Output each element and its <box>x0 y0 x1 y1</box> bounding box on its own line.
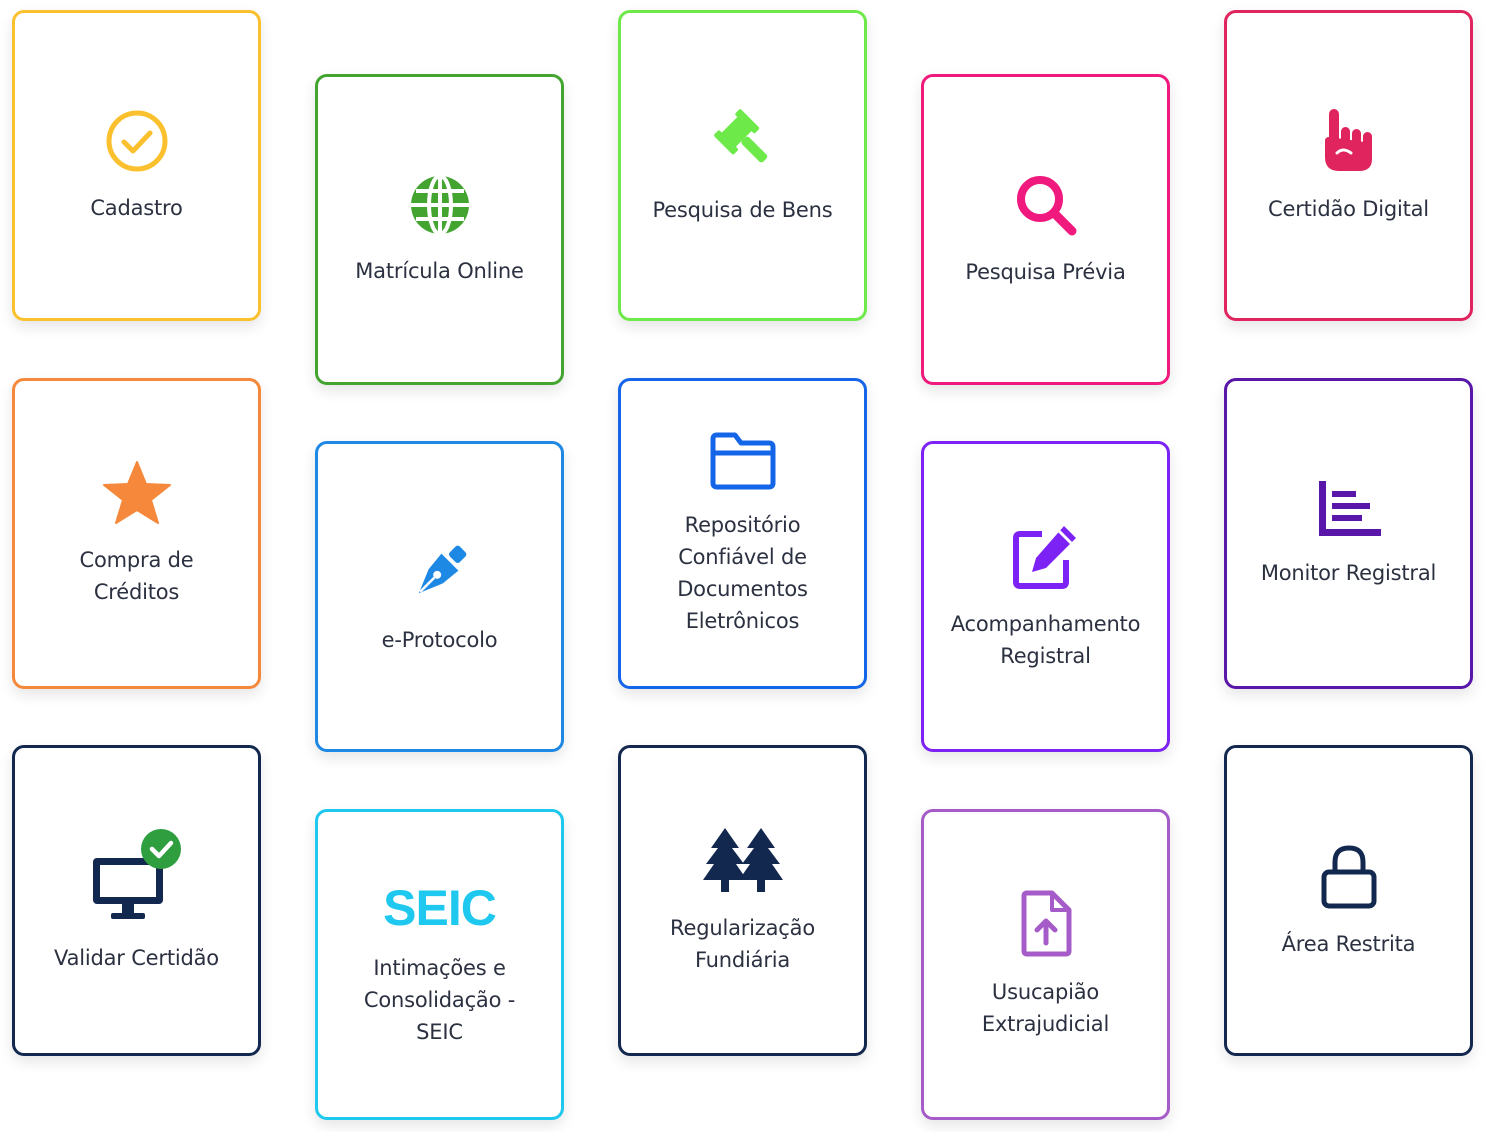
trees-icon <box>701 826 785 894</box>
card-e-protocolo[interactable]: e-Protocolo <box>315 441 564 752</box>
card-cadastro[interactable]: Cadastro <box>12 10 261 321</box>
gavel-icon <box>708 106 778 176</box>
globe-icon <box>408 173 472 237</box>
card-label: Usucapião Extrajudicial <box>981 979 1110 1036</box>
card-label: Cadastro <box>90 195 183 220</box>
pen-nib-icon <box>406 538 474 606</box>
card-repositorio[interactable]: Repositório Confiável de Documentos Eletrôn… <box>618 378 867 689</box>
card-label: Certidão Digital <box>1268 196 1429 221</box>
card-certidao-digital[interactable]: Certidão Digital <box>1224 10 1473 321</box>
card-regularizacao-fundiaria[interactable]: Regularização Fundiária <box>618 745 867 1056</box>
card-seic[interactable]: SEIC Intimações e Consolidação - SEIC <box>315 809 564 1120</box>
card-label: Acompanhamento Registral <box>950 611 1141 668</box>
edit-icon <box>1012 522 1080 590</box>
card-area-restrita[interactable]: Área Restrita <box>1224 745 1473 1056</box>
lock-icon <box>1319 842 1379 910</box>
card-pesquisa-previa[interactable]: Pesquisa Prévia <box>921 74 1170 385</box>
card-label: Matrícula Online <box>355 258 524 283</box>
card-label: Repositório Confiável de Documentos Eletrôn… <box>677 512 808 633</box>
card-pesquisa-de-bens[interactable]: Pesquisa de Bens <box>618 10 867 321</box>
card-label: Intimações e Consolidação - SEIC <box>363 955 516 1044</box>
card-label: e-Protocolo <box>381 627 498 652</box>
search-icon <box>1013 172 1079 238</box>
seic-logo-text: SEIC <box>383 879 497 936</box>
file-upload-icon <box>1018 890 1074 958</box>
card-acompanhamento-registral[interactable]: Acompanhamento Registral <box>921 441 1170 752</box>
card-label: Pesquisa Prévia <box>965 259 1126 284</box>
card-label: Compra de Créditos <box>79 547 194 604</box>
card-label: Regularização Fundiária <box>670 915 815 972</box>
hand-pointing-icon <box>1321 107 1377 175</box>
card-label: Área Restrita <box>1281 931 1416 956</box>
card-compra-de-creditos[interactable]: Compra de Créditos <box>12 378 261 689</box>
card-label: Pesquisa de Bens <box>652 197 833 222</box>
card-matricula-online[interactable]: Matrícula Online <box>315 74 564 385</box>
bar-list-icon <box>1316 479 1382 539</box>
card-usucapiao-extrajudicial[interactable]: Usucapião Extrajudicial <box>921 809 1170 1120</box>
card-monitor-registral[interactable]: Monitor Registral <box>1224 378 1473 689</box>
card-validar-certidao[interactable]: Validar Certidão <box>12 745 261 1056</box>
star-icon <box>102 460 172 526</box>
check-circle-icon <box>104 108 170 174</box>
card-label: Validar Certidão <box>54 945 219 970</box>
folder-icon <box>709 431 777 491</box>
card-label: Monitor Registral <box>1260 560 1437 585</box>
monitor-check-icon <box>89 828 185 924</box>
seic-logo: SEIC <box>383 879 497 936</box>
